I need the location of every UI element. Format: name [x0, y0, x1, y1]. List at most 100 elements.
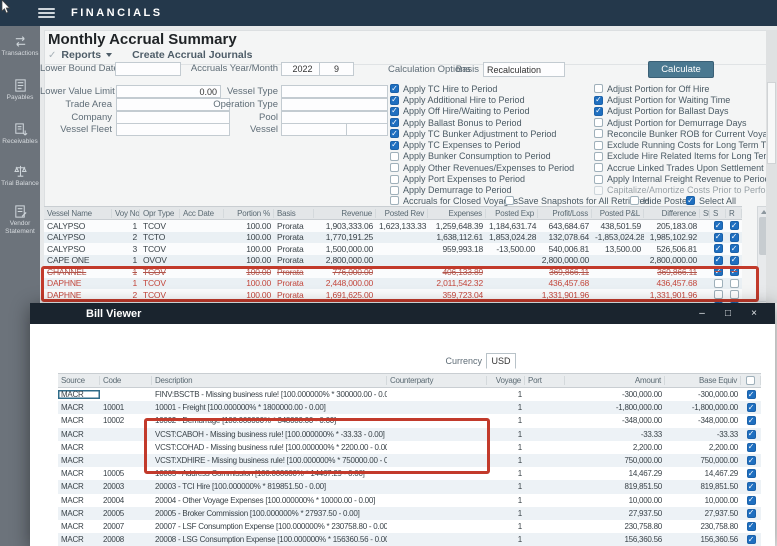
- option-checkbox[interactable]: [686, 196, 695, 205]
- option-checkbox[interactable]: [594, 118, 603, 127]
- row-s-checkbox[interactable]: [714, 256, 723, 265]
- option-checkbox[interactable]: [594, 152, 603, 161]
- minimize-icon[interactable]: –: [693, 303, 711, 324]
- grid-row[interactable]: CALYPSO2TCTO100.00Prorata1,770,191.251,6…: [44, 232, 742, 244]
- grid-row[interactable]: CHANNEL1TCOV100.00Prorata776,000.00406,1…: [44, 266, 742, 278]
- row-r-checkbox[interactable]: [730, 233, 739, 242]
- lower-bound-date-input[interactable]: [115, 62, 181, 76]
- row-s-checkbox[interactable]: [714, 267, 723, 276]
- option-reconcile-bunker-rob-for-current-voyages[interactable]: Reconcile Bunker ROB for Current Voyages: [594, 129, 777, 139]
- row-s-checkbox[interactable]: [714, 244, 723, 253]
- option-checkbox[interactable]: [390, 84, 399, 93]
- option-checkbox[interactable]: [390, 196, 399, 205]
- row-r-checkbox[interactable]: [730, 290, 739, 299]
- row-r-checkbox[interactable]: [730, 256, 739, 265]
- bill-select-checkbox[interactable]: [747, 456, 756, 465]
- option-apply-tc-bunker-adjustment-to-period[interactable]: Apply TC Bunker Adjustment to Period: [390, 129, 574, 139]
- option-checkbox[interactable]: [390, 118, 399, 127]
- create-accrual-journals-button[interactable]: Create Accrual Journals: [132, 49, 252, 61]
- option-checkbox[interactable]: [390, 141, 399, 150]
- option-exclude-running-costs-for-long-term-tci-ov[interactable]: Exclude Running Costs for Long Term TCI/…: [594, 140, 777, 150]
- bill-select-checkbox[interactable]: [747, 482, 756, 491]
- reports-button[interactable]: ✓ Reports: [48, 49, 112, 61]
- option-checkbox[interactable]: [594, 96, 603, 105]
- bill-select-checkbox[interactable]: [747, 535, 756, 544]
- option-checkbox[interactable]: [390, 96, 399, 105]
- calculate-button[interactable]: Calculate: [648, 61, 714, 78]
- option-apply-internal-freight-revenue-to-period[interactable]: Apply Internal Freight Revenue to Period: [594, 174, 777, 184]
- vessel-input[interactable]: [281, 123, 351, 136]
- option-adjust-portion-for-ballast-days[interactable]: Adjust Portion for Ballast Days: [594, 107, 777, 117]
- sidebar-item-receivables[interactable]: Receivables: [0, 122, 40, 146]
- row-s-checkbox[interactable]: [714, 290, 723, 299]
- bill-row[interactable]: MACR1000510005 - Address Commission [100…: [58, 467, 761, 480]
- bill-row[interactable]: MACRVCST:XDHIRE - Missing business rule!…: [58, 454, 761, 467]
- row-r-checkbox[interactable]: [730, 244, 739, 253]
- grid-row[interactable]: DAPHNE1TCOV100.00Prorata2,448,000.002,01…: [44, 278, 742, 290]
- option-apply-other-revenues-expenses-to-period[interactable]: Apply Other Revenues/Expenses to Period: [390, 163, 574, 173]
- bill-row[interactable]: MACR2000820008 - LSG Consumption Expense…: [58, 533, 761, 546]
- option-exclude-hire-related-items-for-long-term-tco[interactable]: Exclude Hire Related Items for Long Term…: [594, 152, 777, 162]
- currency-value-field[interactable]: USD: [486, 353, 516, 369]
- option-adjust-portion-for-waiting-time[interactable]: Adjust Portion for Waiting Time: [594, 95, 777, 105]
- accruals-month-input[interactable]: 9: [319, 62, 354, 76]
- option-accrue-linked-trades-upon-settlement[interactable]: Accrue Linked Trades Upon Settlement: [594, 163, 777, 173]
- option-select-all[interactable]: Select All: [686, 196, 736, 206]
- option-checkbox[interactable]: [594, 186, 603, 195]
- bill-select-checkbox[interactable]: [747, 390, 756, 399]
- option-checkbox[interactable]: [594, 163, 603, 172]
- option-adjust-portion-for-demurrage-days[interactable]: Adjust Portion for Demurrage Days: [594, 118, 777, 128]
- option-accruals-for-closed-voyages[interactable]: Accruals for Closed Voyages: [390, 196, 518, 206]
- row-s-checkbox[interactable]: [714, 233, 723, 242]
- bill-select-checkbox[interactable]: [747, 403, 756, 412]
- option-checkbox[interactable]: [505, 196, 514, 205]
- option-checkbox[interactable]: [390, 107, 399, 116]
- row-r-checkbox[interactable]: [730, 221, 739, 230]
- option-checkbox[interactable]: [390, 152, 399, 161]
- lower-value-limit-input[interactable]: 0.00: [116, 85, 221, 98]
- option-apply-port-expenses-to-period[interactable]: Apply Port Expenses to Period: [390, 174, 574, 184]
- sidebar-item-payables[interactable]: Payables: [0, 78, 40, 102]
- option-checkbox[interactable]: [594, 107, 603, 116]
- close-icon[interactable]: ×: [745, 303, 763, 324]
- select-all-bills-checkbox[interactable]: [746, 376, 755, 385]
- option-checkbox[interactable]: [594, 84, 603, 93]
- row-s-checkbox[interactable]: [714, 279, 723, 288]
- option-checkbox[interactable]: [390, 175, 399, 184]
- bill-row[interactable]: MACR1000210002 - Demurrage [100.000000% …: [58, 414, 761, 427]
- option-apply-off-hire-waiting-to-period[interactable]: Apply Off Hire/Waiting to Period: [390, 107, 574, 117]
- bill-row[interactable]: MACRVCST:CABOH - Missing business rule! …: [58, 428, 761, 441]
- accruals-year-input[interactable]: 2022: [281, 62, 324, 76]
- vessel-type-input[interactable]: [281, 85, 388, 98]
- grid-row[interactable]: DAPHNE2TCOV100.00Prorata1,691,625.00359,…: [44, 289, 742, 301]
- sidebar-item-trial-balance[interactable]: Trial Balance: [0, 164, 40, 188]
- grid-row[interactable]: CALYPSO3TCOV100.00Prorata1,500,000.00959…: [44, 243, 742, 255]
- basis-input[interactable]: Recalculation: [483, 62, 565, 77]
- option-checkbox[interactable]: [630, 196, 639, 205]
- bill-row[interactable]: MACR2000720007 - LSF Consumption Expense…: [58, 520, 761, 533]
- option-adjust-portion-for-off-hire[interactable]: Adjust Portion for Off Hire: [594, 84, 777, 94]
- option-capitalize-amortize-costs-prior-to-performing-period[interactable]: Capitalize/Amortize Costs Prior to Perfo…: [594, 186, 777, 196]
- bill-row[interactable]: MACR1000110001 - Freight [100.000000% * …: [58, 401, 761, 414]
- vessel-code-input[interactable]: [346, 123, 388, 136]
- bill-row[interactable]: MACR2000420004 - Other Voyage Expenses […: [58, 494, 761, 507]
- bill-select-checkbox[interactable]: [747, 522, 756, 531]
- page-scrollbar-thumb[interactable]: [767, 82, 776, 164]
- bill-select-checkbox[interactable]: [747, 443, 756, 452]
- option-apply-tc-hire-to-period[interactable]: Apply TC Hire to Period: [390, 84, 574, 94]
- sidebar-item-transactions[interactable]: Transactions: [0, 34, 40, 58]
- option-apply-additional-hire-to-period[interactable]: Apply Additional Hire to Period: [390, 95, 574, 105]
- option-hide-posted[interactable]: Hide Posted: [630, 196, 692, 206]
- bill-row[interactable]: MACRFINV:BSCTB - Missing business rule! …: [58, 388, 761, 401]
- option-apply-ballast-bonus-to-period[interactable]: Apply Ballast Bonus to Period: [390, 118, 574, 128]
- option-checkbox[interactable]: [594, 141, 603, 150]
- option-save-snapshots-for-all-retrieved[interactable]: Save Snapshots for All Retrieved: [505, 196, 650, 206]
- row-s-checkbox[interactable]: [714, 221, 723, 230]
- sidebar-item-vendor-statement[interactable]: Vendor Statement: [0, 204, 40, 235]
- row-r-checkbox[interactable]: [730, 279, 739, 288]
- bill-select-checkbox[interactable]: [747, 469, 756, 478]
- option-checkbox[interactable]: [390, 129, 399, 138]
- grid-row[interactable]: CAPE ONE1OVOV100.00Prorata2,800,000.002,…: [44, 255, 742, 267]
- hamburger-menu-icon[interactable]: [38, 8, 55, 18]
- option-checkbox[interactable]: [594, 129, 603, 138]
